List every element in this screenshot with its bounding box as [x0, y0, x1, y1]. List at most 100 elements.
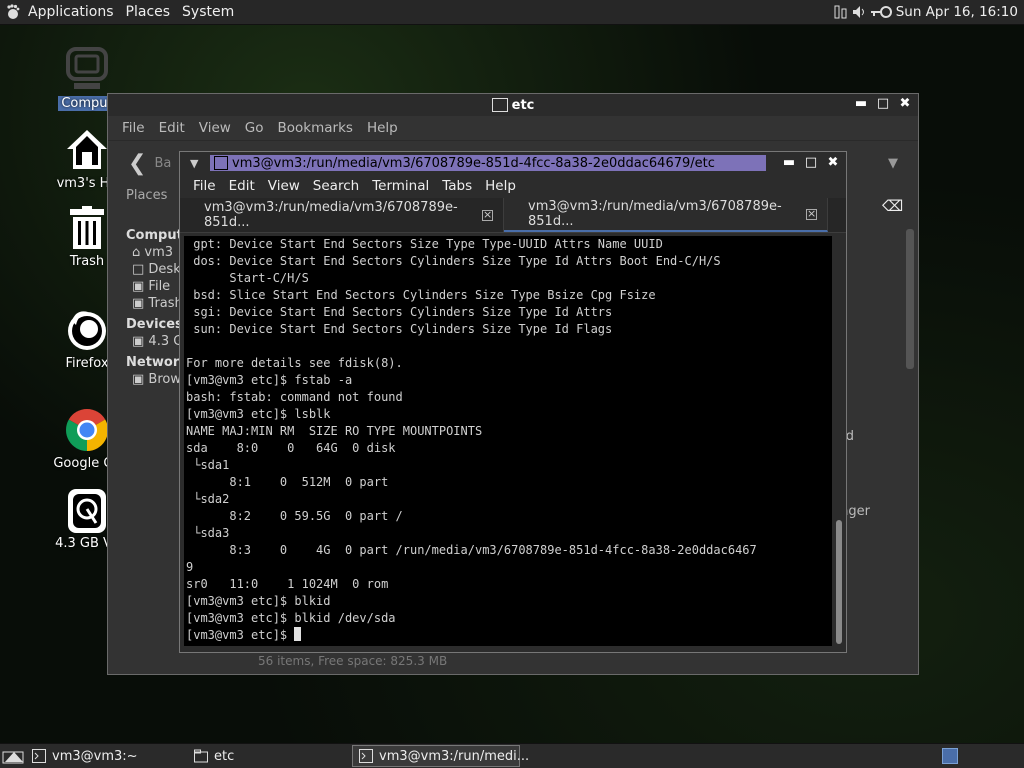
terminal-output[interactable]: gpt: Device Start End Sectors Size Type … — [184, 236, 832, 646]
terminal-line: Start-C/H/S — [186, 271, 309, 285]
terminal-icon — [359, 749, 373, 763]
fm-menu-view[interactable]: View — [199, 120, 231, 136]
menu-applications[interactable]: Applications — [28, 4, 114, 20]
sidebar-item-home[interactable]: ⌂ vm3 — [132, 245, 182, 260]
term-menu-terminal[interactable]: Terminal — [372, 178, 429, 194]
network-small-icon: ▣ — [132, 372, 149, 387]
sidebar-item-desktop[interactable]: □ Desk — [132, 262, 182, 277]
terminal-line: [vm3@vm3 etc]$ blkid /dev/sda — [186, 611, 396, 625]
minimize-button[interactable]: ▬ — [854, 97, 868, 111]
sidebar-group-network: Network — [126, 355, 188, 370]
terminal-line: └sda3 — [186, 526, 230, 540]
terminal-tab-1[interactable]: vm3@vm3:/run/media/vm3/6708789e-851d... … — [180, 198, 504, 232]
terminal-titlebar[interactable]: ▼ vm3@vm3:/run/media/vm3/6708789e-851d-4… — [180, 152, 846, 174]
fm-sidebar-list: Comput ⌂ vm3 □ Desk ▣ File ▣ Trash Devic… — [112, 222, 188, 682]
fm-menu-help[interactable]: Help — [367, 120, 398, 136]
taskbar-item-label: vm3@vm3:~ — [52, 748, 138, 764]
home-icon — [63, 126, 111, 174]
trash-small-icon: ▣ — [132, 296, 149, 311]
terminal-line: 8:3 0 4G 0 part /run/media/vm3/6708789e-… — [186, 543, 757, 557]
sidebar-item-browse-network[interactable]: ▣ Brow — [132, 372, 182, 387]
chrome-icon — [63, 406, 111, 454]
fm-menubar: File Edit View Go Bookmarks Help — [108, 116, 918, 141]
terminal-line: 9 — [186, 560, 194, 574]
sidebar-item-filesystem[interactable]: ▣ File — [132, 279, 182, 294]
term-menu-file[interactable]: File — [193, 178, 216, 194]
sidebar-item-label: vm3 — [144, 245, 174, 260]
workspace-switcher[interactable] — [942, 748, 958, 764]
clock[interactable]: Sun Apr 16, 16:10 — [896, 4, 1018, 20]
computer-icon — [63, 46, 111, 94]
disc-icon — [63, 486, 111, 534]
fm-menu-bookmarks[interactable]: Bookmarks — [278, 120, 353, 136]
menu-places[interactable]: Places — [126, 4, 171, 20]
term-menu-help[interactable]: Help — [485, 178, 516, 194]
fm-menu-go[interactable]: Go — [245, 120, 264, 136]
keys-icon[interactable] — [870, 5, 892, 19]
terminal-window[interactable]: ▼ vm3@vm3:/run/media/vm3/6708789e-851d-4… — [179, 151, 847, 653]
terminal-icon — [32, 749, 46, 763]
terminal-line: [vm3@vm3 etc]$ — [186, 628, 295, 642]
desktop-icon-label: Trash — [69, 254, 105, 269]
terminal-tabs: vm3@vm3:/run/media/vm3/6708789e-851d... … — [180, 198, 846, 233]
fm-statusbar: 56 items, Free space: 825.3 MB — [258, 654, 448, 668]
maximize-button[interactable]: □ — [876, 97, 890, 111]
fm-menu-file[interactable]: File — [122, 120, 145, 136]
fm-menu-edit[interactable]: Edit — [159, 120, 185, 136]
terminal-small-icon — [214, 156, 228, 170]
dropdown-chevron-icon[interactable]: ▼ — [888, 156, 898, 171]
taskbar-item-label: vm3@vm3:/run/medi... — [379, 748, 530, 764]
terminal-line: gpt: Device Start End Sectors Size Type … — [186, 237, 663, 251]
clear-location-icon[interactable]: ⌫ — [882, 197, 904, 215]
terminal-scrollbar[interactable] — [836, 520, 842, 644]
tab-label: vm3@vm3:/run/media/vm3/6708789e-851d... — [204, 200, 458, 230]
taskbar-item-terminal-media[interactable]: vm3@vm3:/run/medi... — [352, 745, 529, 767]
term-menu-edit[interactable]: Edit — [229, 178, 255, 194]
sidebar-group-devices: Devices — [126, 317, 183, 332]
network-icon[interactable] — [834, 5, 848, 19]
terminal-line: dos: Device Start End Sectors Cylinders … — [186, 254, 721, 268]
tab-label: vm3@vm3:/run/media/vm3/6708789e-851d... — [528, 199, 782, 229]
terminal-line: 8:1 0 512M 0 part — [186, 475, 389, 489]
term-menu-view[interactable]: View — [268, 178, 300, 194]
tab-close-icon[interactable]: × — [806, 208, 817, 220]
window-menu-chevron-icon[interactable]: ▼ — [190, 157, 198, 170]
terminal-line: For more details see fdisk(8). — [186, 356, 403, 370]
terminal-line: [vm3@vm3 etc]$ fstab -a — [186, 373, 353, 387]
gnome-foot-icon[interactable] — [6, 4, 20, 19]
terminal-line: [vm3@vm3 etc]$ lsblk — [186, 407, 331, 421]
terminal-line: └sda1 — [186, 458, 230, 472]
taskbar-item-terminal-home[interactable]: vm3@vm3:~ — [26, 745, 188, 767]
term-menu-tabs[interactable]: Tabs — [442, 178, 472, 194]
menu-system[interactable]: System — [182, 4, 234, 20]
maximize-button[interactable]: □ — [804, 156, 818, 170]
places-header: Places — [126, 188, 168, 203]
show-desktop-icon[interactable] — [0, 745, 26, 767]
sidebar-item-label: Desk — [148, 262, 181, 277]
term-menu-search[interactable]: Search — [313, 178, 359, 194]
taskbar-item-etc[interactable]: etc — [188, 745, 352, 767]
close-button[interactable]: ✖ — [898, 97, 912, 111]
back-arrow-icon[interactable]: ❮ — [128, 151, 146, 176]
disc-small-icon: ▣ — [132, 334, 149, 349]
sidebar-item-trash[interactable]: ▣ Trash — [132, 296, 182, 311]
terminal-line: sun: Device Start End Sectors Cylinders … — [186, 322, 613, 336]
sidebar-item-label: 4.3 G — [148, 334, 182, 349]
volume-icon[interactable] — [852, 5, 866, 19]
fm-scrollbar[interactable] — [906, 229, 914, 369]
terminal-line: 8:2 0 59.5G 0 part / — [186, 509, 403, 523]
sidebar-group-computer: Comput — [126, 228, 183, 243]
tab-close-icon[interactable]: × — [482, 209, 493, 221]
minimize-button[interactable]: ▬ — [782, 156, 796, 170]
terminal-title-highlight: vm3@vm3:/run/media/vm3/6708789e-851d-4fc… — [210, 155, 766, 171]
sidebar-item-label: Brow — [148, 372, 181, 387]
terminal-line: sr0 11:0 1 1024M 0 rom — [186, 577, 389, 591]
sidebar-item-volume[interactable]: ▣ 4.3 G — [132, 334, 182, 349]
fm-titlebar[interactable]: etc ▬ □ ✖ — [108, 94, 918, 116]
top-panel: Applications Places System Sun Apr 16, 1… — [0, 0, 1024, 25]
terminal-tab-2[interactable]: vm3@vm3:/run/media/vm3/6708789e-851d... … — [504, 198, 828, 232]
terminal-line: └sda2 — [186, 492, 230, 506]
close-button[interactable]: ✖ — [826, 156, 840, 170]
folder-icon — [194, 749, 208, 763]
terminal-line: NAME MAJ:MIN RM SIZE RO TYPE MOUNTPOINTS — [186, 424, 483, 438]
